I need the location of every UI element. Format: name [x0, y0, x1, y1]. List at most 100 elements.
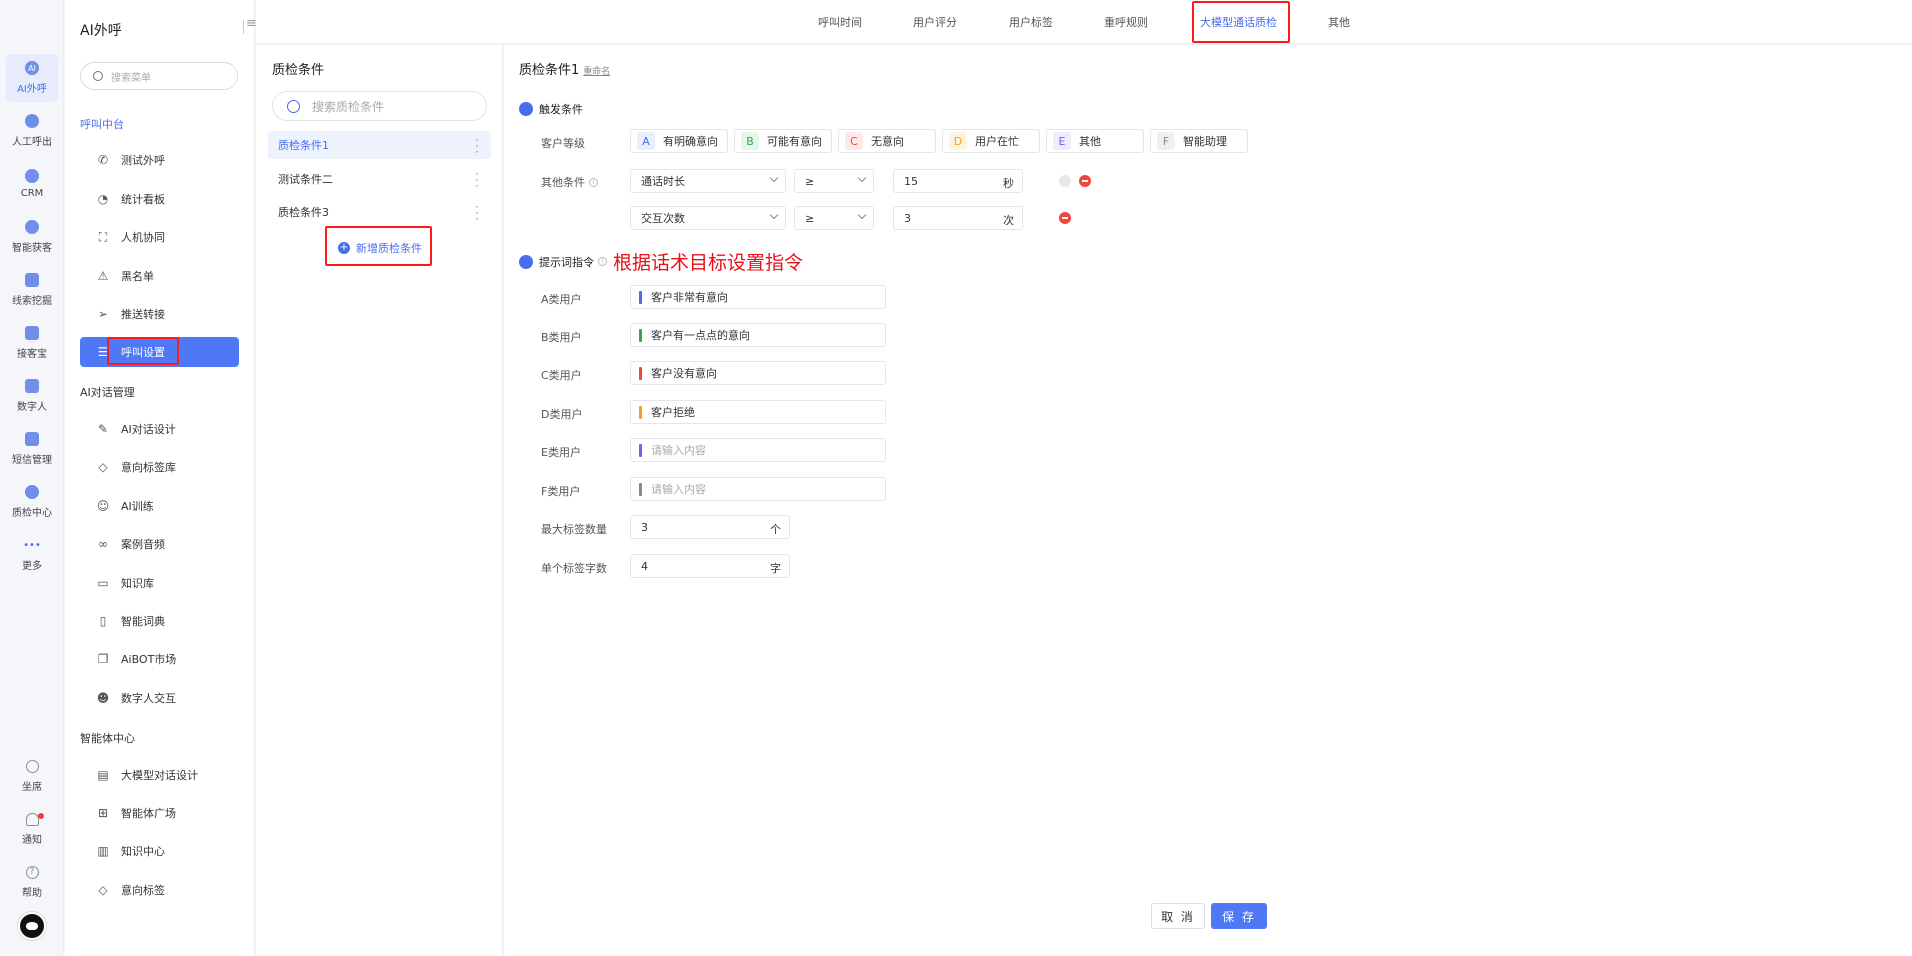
level-option-e[interactable]: E 其他: [1046, 129, 1144, 153]
level-option-c[interactable]: C 无意向: [838, 129, 936, 153]
level-badge: B: [741, 132, 759, 150]
info-icon[interactable]: i: [589, 177, 598, 187]
menu-item-ai-dialog-design[interactable]: ✎ AI对话设计: [80, 414, 239, 444]
tab-user-score[interactable]: 用户评分: [913, 14, 957, 30]
menu-item-smart-dict[interactable]: ▯ 智能词典: [80, 606, 239, 636]
level-option-f[interactable]: F 智能助理: [1150, 129, 1248, 153]
remove-rule-icon[interactable]: [1079, 175, 1091, 187]
menu-item-intent-tag-lib[interactable]: ◇ 意向标签库: [80, 452, 239, 482]
rule-operator-select[interactable]: ≥: [794, 169, 874, 193]
prompt-label-b: B类用户: [541, 331, 582, 344]
menu-item-label: 知识库: [121, 577, 154, 590]
prompt-input-a[interactable]: 客户非常有意向: [630, 285, 886, 309]
more-vertical-icon[interactable]: · · ·: [475, 201, 479, 225]
condition-item-label: 测试条件二: [278, 173, 333, 186]
condition-item[interactable]: 质检条件1 · · ·: [268, 131, 491, 159]
rule-value-input[interactable]: 3次: [893, 206, 1023, 230]
cancel-button[interactable]: 取 消: [1151, 903, 1205, 929]
user-avatar[interactable]: [18, 912, 46, 940]
menu-item-push-transfer[interactable]: ➢ 推送转接: [80, 299, 239, 329]
menu-item-label: 统计看板: [121, 193, 165, 206]
rule-field-select[interactable]: 通话时长: [630, 169, 786, 193]
save-button[interactable]: 保 存: [1211, 903, 1267, 929]
rule-field-select[interactable]: 交互次数: [630, 206, 786, 230]
prompt-input-e[interactable]: 请输入内容: [630, 438, 886, 462]
menu-item-aibot-market[interactable]: ❐ AiBOT市场: [80, 644, 239, 674]
rail-item-lead-mining[interactable]: 线索挖掘: [6, 266, 58, 314]
collapse-menu-icon[interactable]: [243, 16, 257, 34]
rename-link[interactable]: 重命名: [583, 67, 610, 77]
menu-item-llm-dialog-design[interactable]: ▤ 大模型对话设计: [80, 760, 239, 790]
more-vertical-icon[interactable]: · · ·: [475, 168, 479, 192]
menu-item-knowledge-base[interactable]: ▭ 知识库: [80, 568, 239, 598]
level-option-a[interactable]: A 有明确意向: [630, 129, 728, 153]
rule-operator-select[interactable]: ≥: [794, 206, 874, 230]
menu-item-ai-training[interactable]: ☺ AI训练: [80, 491, 239, 521]
condition-item[interactable]: 质检条件3 · · ·: [268, 198, 491, 226]
menu-item-test-call[interactable]: ✆ 测试外呼: [80, 145, 239, 175]
tab-redial-rules[interactable]: 重呼规则: [1104, 14, 1148, 30]
prompt-input-b[interactable]: 客户有一点点的意向: [630, 323, 886, 347]
rail-item-more[interactable]: ••• 更多: [6, 531, 58, 579]
menu-item-agent-plaza[interactable]: ⊞ 智能体广场: [80, 798, 239, 828]
menu-item-label: 数字人交互: [121, 692, 176, 705]
rail-item-agent[interactable]: 坐席: [6, 752, 58, 800]
tab-llm-call-qa[interactable]: 大模型通话质检: [1200, 14, 1277, 30]
rail-item-ai-outbound[interactable]: AI AI外呼: [6, 54, 58, 102]
notification-dot: [38, 813, 44, 819]
trigger-section-title: 触发条件: [519, 101, 583, 117]
rail-item-digital-human[interactable]: 数字人: [6, 372, 58, 420]
rail-item-sms[interactable]: 短信管理: [6, 425, 58, 473]
remove-rule-icon[interactable]: [1059, 212, 1071, 224]
tab-user-tags[interactable]: 用户标签: [1009, 14, 1053, 30]
level-option-d[interactable]: D 用户在忙: [942, 129, 1040, 153]
menu-item-blacklist[interactable]: ⚠ 黑名单: [80, 261, 239, 291]
rule-value-input[interactable]: 15 秒: [893, 169, 1023, 193]
rail-item-crm[interactable]: CRM: [6, 160, 58, 208]
app-nav-rail: AI AI外呼 人工呼出 CRM 智能获客 线索挖掘 接客宝 数字人 短信管理 …: [0, 0, 64, 956]
max-tags-input[interactable]: 3个: [630, 515, 790, 539]
rail-item-qa-center[interactable]: 质检中心: [6, 478, 58, 526]
tab-other[interactable]: 其他: [1328, 14, 1350, 30]
phone-icon: ✆: [97, 153, 109, 167]
level-badge: D: [949, 132, 967, 150]
ai-outbound-icon: AI: [25, 61, 39, 75]
menu-item-digital-human-interact[interactable]: ☻ 数字人交互: [80, 683, 239, 713]
tab-call-time[interactable]: 呼叫时间: [818, 14, 862, 30]
rail-item-reception[interactable]: 接客宝: [6, 319, 58, 367]
menu-item-call-settings[interactable]: ☰ 呼叫设置: [80, 337, 239, 367]
rail-item-notifications[interactable]: 通知: [6, 805, 58, 853]
prompt-input-f[interactable]: 请输入内容: [630, 477, 886, 501]
menu-item-case-audio[interactable]: ∞ 案例音频: [80, 529, 239, 559]
rail-item-label: 接客宝: [17, 349, 47, 360]
color-bar: [639, 291, 642, 304]
menu-search-input[interactable]: 搜索菜单: [80, 62, 238, 90]
prompt-value: 客户拒绝: [651, 406, 695, 419]
rail-item-help[interactable]: ? 帮助: [6, 858, 58, 906]
add-condition-button[interactable]: + 新增质检条件: [338, 240, 422, 256]
level-option-b[interactable]: B 可能有意向: [734, 129, 832, 153]
prompt-input-c[interactable]: 客户没有意向: [630, 361, 886, 385]
prompt-input-d[interactable]: 客户拒绝: [630, 400, 886, 424]
menu-item-human-machine[interactable]: ⛶ 人机协同: [80, 222, 239, 252]
add-rule-disabled-icon[interactable]: [1059, 175, 1071, 187]
condition-item[interactable]: 测试条件二 · · ·: [268, 165, 491, 193]
rail-item-lead-gen[interactable]: 智能获客: [6, 213, 58, 261]
chat-bot-icon: ☺: [96, 499, 110, 513]
level-badge: A: [637, 132, 655, 150]
menu-item-stats[interactable]: ◔ 统计看板: [80, 184, 239, 214]
menu-item-label: 黑名单: [121, 270, 154, 283]
tag-chars-label: 单个标签字数: [541, 562, 607, 575]
chevron-down-icon: [769, 173, 779, 183]
rail-item-label: CRM: [20, 188, 44, 199]
menu-item-knowledge-center[interactable]: ▥ 知识中心: [80, 836, 239, 866]
condition-search-input[interactable]: 搜索质检条件: [272, 91, 487, 121]
open-book-icon: ▥: [97, 844, 109, 858]
level-label: 其他: [1079, 135, 1101, 148]
menu-item-intent-tag[interactable]: ◇ 意向标签: [80, 875, 239, 905]
info-icon[interactable]: i: [598, 257, 607, 266]
tag-chars-input[interactable]: 4字: [630, 554, 790, 578]
chevron-down-icon: [769, 210, 779, 220]
more-vertical-icon[interactable]: · · ·: [475, 134, 479, 158]
rail-item-manual-call[interactable]: 人工呼出: [6, 107, 58, 155]
